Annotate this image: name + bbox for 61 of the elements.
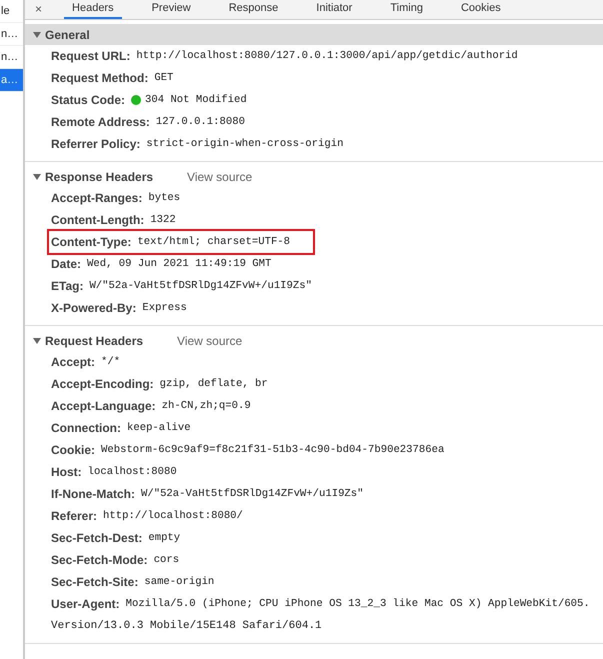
header-value: http://localhost:8080/127.0.0.1:3000/api/app/getdic/authorid (136, 50, 518, 62)
section-title: Request Headers (45, 334, 144, 348)
header-value: same-origin (144, 576, 214, 588)
header-value: keep-alive (127, 422, 191, 434)
header-name: User-Agent: (51, 597, 120, 611)
request-list-item[interactable]: a… (0, 69, 23, 92)
header-value: 127.0.0.1:8080 (156, 116, 245, 128)
tab[interactable]: Timing (382, 0, 431, 19)
header-value: http://localhost:8080/ (103, 510, 243, 522)
header-name: Accept: (51, 355, 96, 369)
tab[interactable]: Preview (144, 0, 199, 19)
header-name: Accept-Ranges: (51, 191, 142, 205)
tab[interactable]: Initiator (308, 0, 360, 19)
header-name: Request Method: (51, 71, 148, 85)
header-value: Wed, 09 Jun 2021 11:49:19 GMT (87, 258, 272, 270)
tab[interactable]: Response (220, 0, 286, 19)
header-value: GET (154, 72, 174, 84)
header-value: 1322 (150, 214, 176, 226)
header-value: gzip, deflate, br (160, 378, 268, 390)
header-name: Sec-Fetch-Dest: (51, 531, 142, 545)
header-value: empty (148, 532, 180, 544)
header-name: Content-Type: (51, 235, 132, 249)
header-name: Host: (51, 465, 82, 479)
header-value: Version/13.0.3 Mobile/15E148 Safari/604.1 (51, 619, 323, 634)
header-name: Referer: (51, 509, 98, 523)
header-name: X-Powered-By: (51, 301, 136, 315)
header-name: Content-Length: (51, 213, 144, 227)
header-value: strict-origin-when-cross-origin (146, 138, 344, 150)
header-value: 304 Not Modified (145, 94, 247, 106)
header-name: Date: (51, 257, 82, 271)
header-value: Mozilla/5.0 (iPhone; CPU iPhone OS 13_2_3 like Mac OS X) AppleWebKit/605. (126, 598, 590, 610)
header-name: Sec-Fetch-Site: (51, 575, 138, 589)
header-name: ETag: (51, 279, 84, 293)
header-name: Accept-Language: (51, 399, 156, 413)
header-name: Status Code: (51, 93, 126, 107)
header-value: */* (101, 356, 120, 368)
header-value: Webstorm-6c9c9af9=f8c21f31-51b3-4c90-bd04-7b90e23786ea (101, 444, 444, 456)
header-value: bytes (148, 192, 180, 204)
header-value: zh-CN,zh;q=0.9 (162, 400, 251, 412)
header-name: Connection: (51, 421, 121, 435)
header-value: W/"52a-VaHt5tfDSRlDg14ZFvW+/u1I9Zs" (141, 488, 364, 500)
header-name: Remote Address: (51, 115, 150, 129)
section-title: Response Headers (45, 170, 154, 184)
header-value: Express (142, 302, 187, 314)
header-value: text/html; charset=UTF-8 (137, 236, 290, 248)
header-name: Accept-Encoding: (51, 377, 154, 391)
close-icon[interactable]: × (35, 2, 42, 19)
header-value: localhost:8080 (88, 466, 177, 478)
header-name: Referrer Policy: (51, 137, 140, 151)
header-value: cors (154, 554, 180, 566)
section-header[interactable]: General (25, 24, 603, 45)
section-title: General (45, 28, 90, 42)
header-name: If-None-Match: (51, 487, 135, 501)
tab[interactable]: Headers (64, 0, 122, 19)
header-name: Cookie: (51, 443, 96, 457)
view-source-link[interactable]: View source (177, 334, 242, 348)
header-name: Request URL: (51, 49, 130, 63)
header-name: Sec-Fetch-Mode: (51, 553, 148, 567)
view-source-link[interactable]: View source (187, 170, 252, 184)
tab[interactable]: Cookies (452, 0, 509, 19)
header-value: W/"52a-VaHt5tfDSRlDg14ZFvW+/u1I9Zs" (89, 280, 312, 292)
